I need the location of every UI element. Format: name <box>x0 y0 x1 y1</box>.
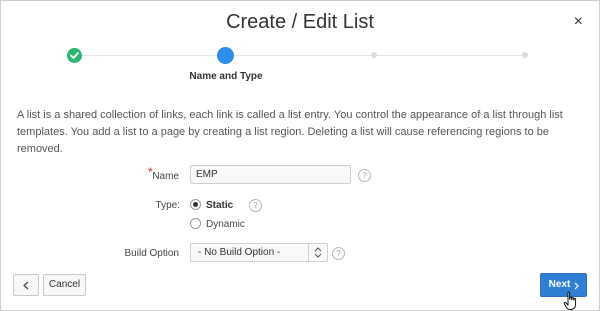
next-button-label: Next <box>548 279 571 290</box>
build-option-label: Build Option <box>124 248 179 259</box>
type-label: Type: <box>155 200 180 211</box>
chevron-right-icon <box>574 282 579 290</box>
dialog-title: Create / Edit List <box>226 11 374 33</box>
wizard-step-3 <box>371 52 377 58</box>
wizard-progress-line <box>74 55 525 56</box>
build-option-help-icon[interactable]: ? <box>332 247 345 260</box>
hand-pointer-icon <box>563 291 577 310</box>
check-icon <box>70 52 79 59</box>
name-input[interactable]: EMP <box>190 165 351 184</box>
select-arrows-icon <box>308 244 327 261</box>
type-static-radio[interactable] <box>190 199 201 210</box>
wizard-step-completed <box>67 48 82 63</box>
type-static-label[interactable]: Static <box>206 200 233 211</box>
build-option-value: - No Build Option - <box>198 247 281 258</box>
type-dynamic-label[interactable]: Dynamic <box>206 219 245 230</box>
wizard-step-current <box>217 47 234 64</box>
wizard-step-4 <box>522 52 528 58</box>
dialog-description: A list is a shared collection of links, … <box>17 109 563 155</box>
back-button[interactable] <box>13 274 39 296</box>
name-label: Name <box>152 171 179 182</box>
build-option-select[interactable]: - No Build Option - <box>190 243 328 262</box>
type-dynamic-radio[interactable] <box>190 218 201 229</box>
close-icon[interactable]: × <box>574 14 583 30</box>
cancel-button[interactable]: Cancel <box>43 274 86 296</box>
name-help-icon[interactable]: ? <box>358 169 371 182</box>
create-edit-list-dialog: Create / Edit List × Name and Type A lis… <box>0 0 600 311</box>
chevron-left-icon <box>23 281 29 290</box>
type-help-icon[interactable]: ? <box>249 199 262 212</box>
wizard-current-step-label: Name and Type <box>189 71 263 82</box>
